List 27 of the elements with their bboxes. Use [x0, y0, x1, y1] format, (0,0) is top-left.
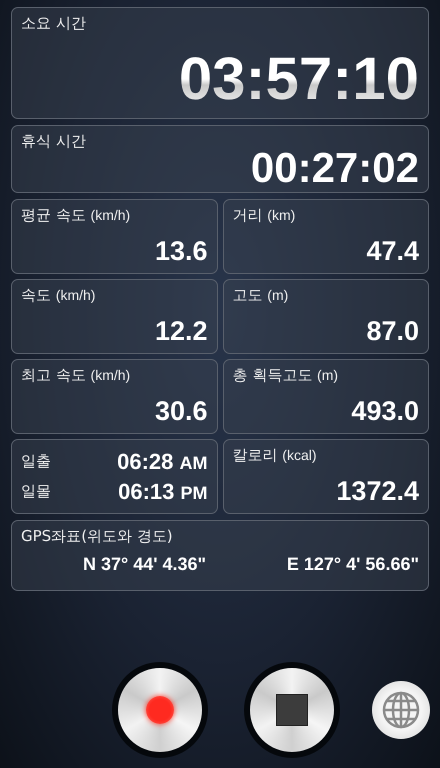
record-icon	[146, 696, 174, 724]
sun-time-value: 06:13 PM	[118, 478, 208, 504]
longitude-value: E 127° 4' 56.66"	[286, 554, 419, 575]
globe-icon	[381, 690, 421, 730]
sun-time-value: 06:28 AM	[117, 448, 208, 474]
elapsed-time-label: 소요 시간	[21, 14, 87, 33]
stat-label: 총 획득고도 (m)	[232, 366, 340, 385]
stat-value: 13.6	[154, 236, 208, 267]
calories-value: 1372.4	[336, 476, 419, 507]
rest-time-label: 휴식 시간	[21, 132, 87, 151]
stat-value: 47.4	[366, 236, 419, 267]
stat-label: 거리 (km)	[232, 206, 296, 225]
stat-value: 12.2	[154, 316, 208, 347]
gps-label: GPS좌표(위도와 경도)	[21, 527, 174, 546]
calories-label: 칼로리 (kcal)	[232, 446, 318, 465]
stat-label: 평균 속도 (km/h)	[21, 206, 132, 225]
stop-icon	[276, 694, 308, 726]
stat-value: 87.0	[366, 316, 419, 347]
stat-label: 고도 (m)	[232, 286, 290, 305]
stat-value: 493.0	[351, 396, 419, 427]
sun-time-label: 일출	[21, 452, 51, 471]
rest-time-value: 00:27:02	[250, 147, 419, 189]
latitude-value: N 37° 44' 4.36"	[83, 554, 206, 575]
stat-label: 속도 (km/h)	[21, 286, 96, 305]
stat-value: 30.6	[154, 396, 208, 427]
stat-label: 최고 속도 (km/h)	[21, 366, 132, 385]
sun-time-label: 일몰	[21, 482, 51, 501]
